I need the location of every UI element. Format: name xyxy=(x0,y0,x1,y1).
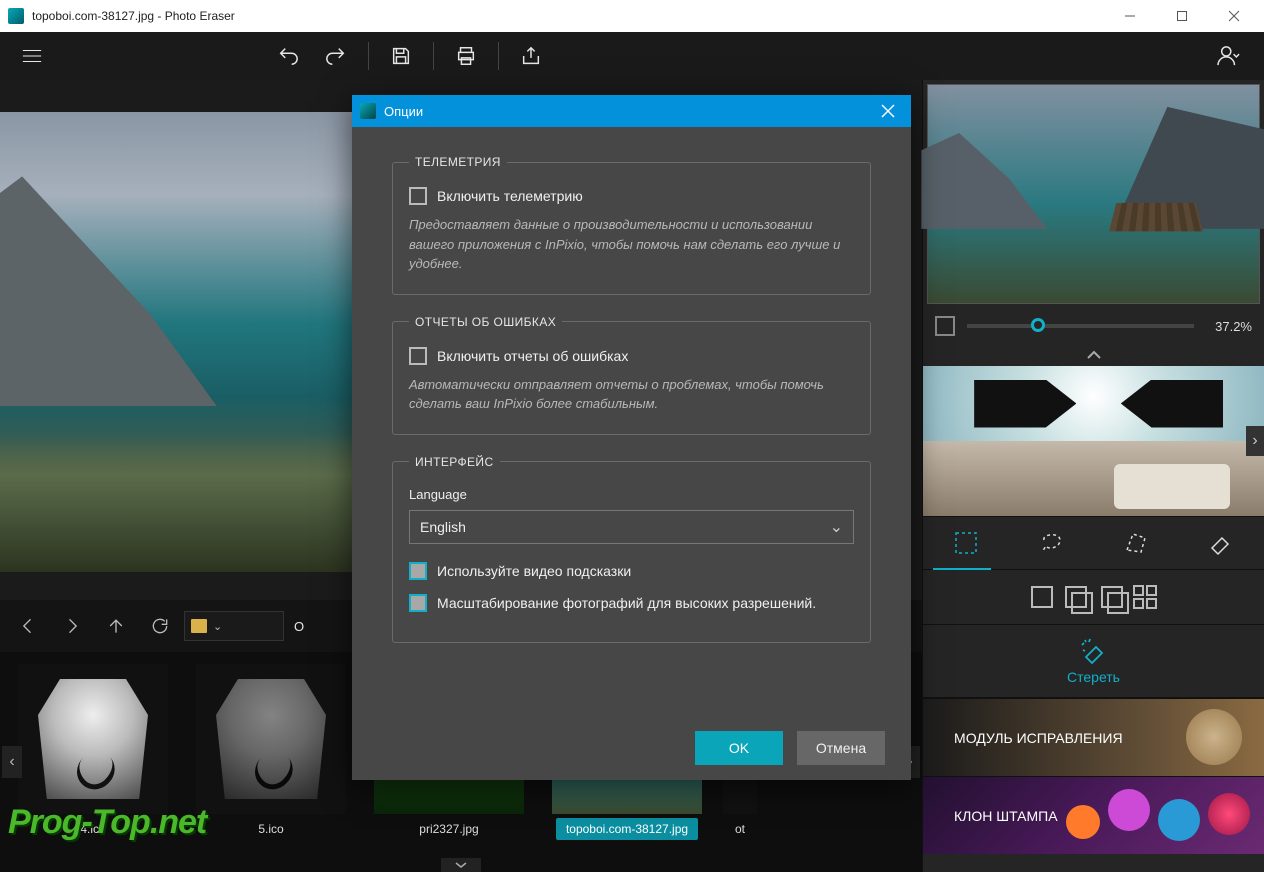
shape-grid-button[interactable] xyxy=(1133,585,1157,609)
nav-up-button[interactable] xyxy=(96,606,136,646)
print-button[interactable] xyxy=(446,36,486,76)
nav-forward-button[interactable] xyxy=(52,606,92,646)
section-label: КЛОН ШТАМПА xyxy=(954,808,1058,824)
shape-row xyxy=(923,570,1264,624)
marquee-tool-button[interactable] xyxy=(942,523,990,563)
preset-next-button[interactable]: › xyxy=(1246,426,1264,456)
erase-icon xyxy=(1080,637,1108,665)
erase-action-button[interactable]: Стереть xyxy=(923,624,1264,698)
thumbnail-label: 4.ico xyxy=(70,818,115,840)
eraser-tool-button[interactable] xyxy=(1197,523,1245,563)
navigator-preview[interactable] xyxy=(927,84,1260,304)
app-icon xyxy=(8,8,24,24)
minimize-button[interactable] xyxy=(1108,0,1152,32)
dialog-title: Опции xyxy=(384,104,865,119)
shape-single-button[interactable] xyxy=(1031,586,1053,608)
cancel-button[interactable]: Отмена xyxy=(797,731,885,765)
folder-icon xyxy=(191,619,207,633)
error-reports-description: Автоматически отправляет отчеты о пробле… xyxy=(409,375,854,414)
error-reports-group: ОТЧЕТЫ ОБ ОШИБКАХ Включить отчеты об оши… xyxy=(392,315,871,435)
thumbnail-label: 5.ico xyxy=(248,818,293,840)
thumbnail-label: pri2327.jpg xyxy=(409,818,488,840)
interface-legend: ИНТЕРФЕЙС xyxy=(409,455,500,469)
account-button[interactable] xyxy=(1206,36,1252,76)
preset-strip: ‹ › xyxy=(923,366,1264,516)
chevron-down-icon: ⌄ xyxy=(830,517,843,537)
separator xyxy=(433,42,434,70)
ok-button[interactable]: OK xyxy=(695,731,783,765)
dialog-icon xyxy=(360,103,376,119)
section-label: МОДУЛЬ ИСПРАВЛЕНИЯ xyxy=(954,730,1123,746)
folder-dropdown[interactable]: ⌄ xyxy=(184,611,284,641)
lasso-tool-button[interactable] xyxy=(1027,523,1075,563)
ok-label: OK xyxy=(729,740,749,756)
thumbnail-label: ot xyxy=(725,818,755,840)
refresh-button[interactable] xyxy=(140,606,180,646)
selection-tool-row xyxy=(923,516,1264,570)
dialog-titlebar: Опции xyxy=(352,95,911,127)
separator xyxy=(368,42,369,70)
close-button[interactable] xyxy=(1212,0,1256,32)
window-title: topoboi.com-38127.jpg - Photo Eraser xyxy=(32,9,1100,23)
menu-button[interactable] xyxy=(12,36,52,76)
chevron-down-icon: ⌄ xyxy=(213,620,222,633)
window-titlebar: topoboi.com-38127.jpg - Photo Eraser xyxy=(0,0,1264,32)
undo-button[interactable] xyxy=(268,36,308,76)
hidpi-scaling-checkbox[interactable] xyxy=(409,594,427,612)
telemetry-checkbox-label: Включить телеметрию xyxy=(437,188,583,204)
polygon-tool-button[interactable] xyxy=(1112,523,1160,563)
telemetry-group: ТЕЛЕМЕТРИЯ Включить телеметрию Предостав… xyxy=(392,155,871,295)
language-selected-value: English xyxy=(420,519,466,535)
preset-item[interactable] xyxy=(923,366,1264,516)
share-button[interactable] xyxy=(511,36,551,76)
save-button[interactable] xyxy=(381,36,421,76)
video-hints-label: Используйте видео подсказки xyxy=(437,563,631,579)
redo-button[interactable] xyxy=(316,36,356,76)
zoom-value: 37.2% xyxy=(1206,319,1252,334)
maximize-button[interactable] xyxy=(1160,0,1204,32)
language-select[interactable]: English ⌄ xyxy=(409,510,854,544)
strip-prev-button[interactable]: ‹ xyxy=(2,746,22,778)
section-patch-module[interactable]: ▸ МОДУЛЬ ИСПРАВЛЕНИЯ xyxy=(923,698,1264,776)
video-hints-checkbox[interactable] xyxy=(409,562,427,580)
zoom-slider-handle[interactable] xyxy=(1031,318,1045,332)
telemetry-legend: ТЕЛЕМЕТРИЯ xyxy=(409,155,507,169)
section-clone-stamp[interactable]: ▸ КЛОН ШТАМПА xyxy=(923,776,1264,854)
strip-collapse-button[interactable] xyxy=(441,858,481,872)
thumbnail-item[interactable]: 4.ico xyxy=(8,660,178,864)
language-label: Language xyxy=(409,487,854,502)
error-reports-checkbox[interactable] xyxy=(409,347,427,365)
panel-collapse-up-button[interactable] xyxy=(923,344,1264,366)
shape-stack2-button[interactable] xyxy=(1101,586,1123,608)
error-reports-legend: ОТЧЕТЫ ОБ ОШИБКАХ xyxy=(409,315,562,329)
thumbnail-label: topoboi.com-38127.jpg xyxy=(556,818,698,840)
dialog-close-button[interactable] xyxy=(873,96,903,126)
error-reports-checkbox-label: Включить отчеты об ошибках xyxy=(437,348,628,364)
active-tool-underline xyxy=(933,568,991,570)
telemetry-description: Предоставляет данные о производительност… xyxy=(409,215,854,274)
hidpi-scaling-label: Масштабирование фотографий для высоких р… xyxy=(437,595,816,611)
nav-back-button[interactable] xyxy=(8,606,48,646)
options-dialog: Опции ТЕЛЕМЕТРИЯ Включить телеметрию Пре… xyxy=(352,95,911,780)
telemetry-checkbox[interactable] xyxy=(409,187,427,205)
interface-group: ИНТЕРФЕЙС Language English ⌄ Используйте… xyxy=(392,455,871,643)
zoom-fit-button[interactable] xyxy=(935,316,955,336)
path-text: O xyxy=(294,619,304,634)
shape-stack-button[interactable] xyxy=(1065,586,1087,608)
zoom-slider[interactable] xyxy=(967,324,1194,328)
thumbnail-item[interactable]: 5.ico xyxy=(186,660,356,864)
erase-label: Стереть xyxy=(1067,669,1120,685)
separator xyxy=(498,42,499,70)
main-toolbar xyxy=(0,32,1264,80)
right-panel: 37.2% ‹ › Стереть xyxy=(922,80,1264,872)
cancel-label: Отмена xyxy=(816,740,866,756)
